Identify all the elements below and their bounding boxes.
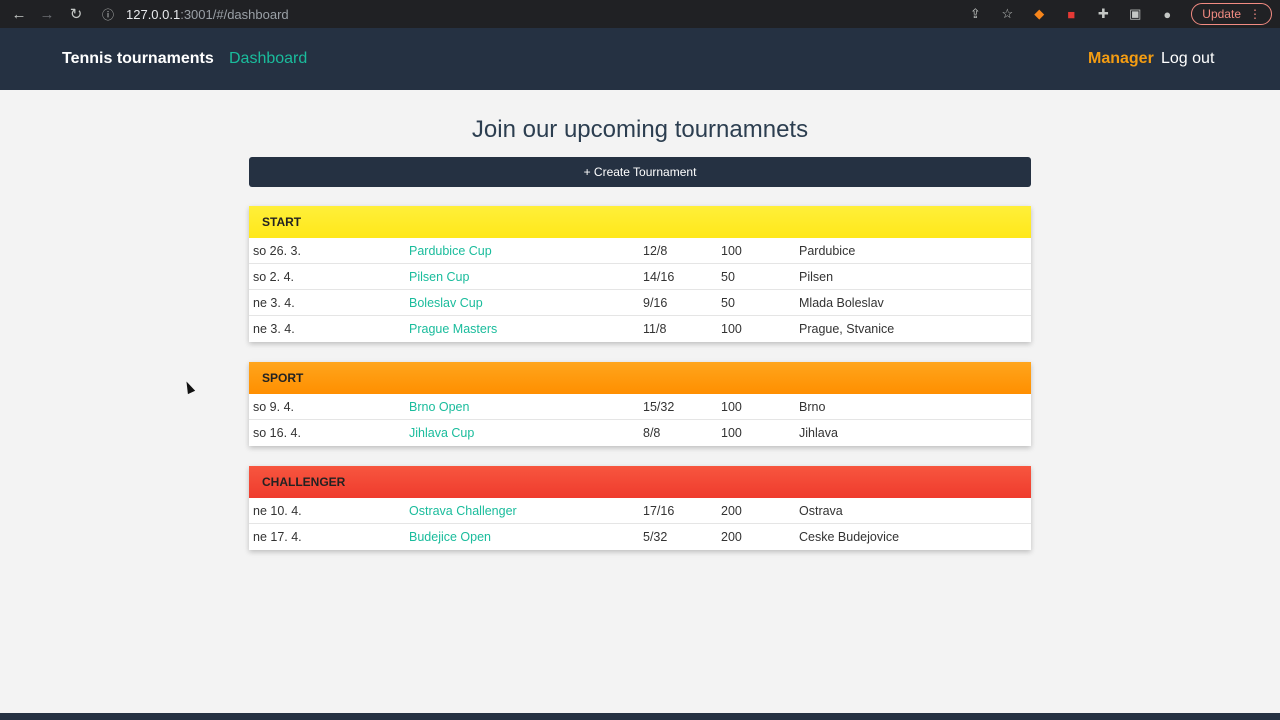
- table-row: ne 3. 4. Prague Masters 11/8 100 Prague,…: [249, 316, 1031, 342]
- bookmark-star-icon[interactable]: ☆: [991, 0, 1023, 28]
- tournament-link[interactable]: Budejice Open: [409, 530, 491, 544]
- footer-bar: [0, 713, 1280, 720]
- tournament-date: ne 3. 4.: [253, 295, 295, 310]
- category-card-start: START so 26. 3. Pardubice Cup 12/8 100 P…: [249, 206, 1031, 342]
- table-row: so 16. 4. Jihlava Cup 8/8 100 Jihlava: [249, 420, 1031, 446]
- table-row: ne 10. 4. Ostrava Challenger 17/16 200 O…: [249, 498, 1031, 524]
- forward-arrow-icon[interactable]: →: [33, 0, 61, 28]
- share-icon[interactable]: ⇪: [959, 0, 991, 28]
- info-icon[interactable]: ⓘ: [102, 6, 120, 23]
- tournament-players: 9/16: [643, 295, 668, 310]
- tournament-link[interactable]: Boleslav Cup: [409, 296, 483, 310]
- tournament-points: 100: [721, 243, 742, 258]
- extension-red-icon[interactable]: ■: [1055, 0, 1087, 28]
- update-label: Update: [1202, 7, 1241, 21]
- category-header: SPORT: [249, 362, 1031, 394]
- tournament-city: Prague, Stvanice: [799, 322, 895, 336]
- mouse-cursor-icon: [182, 379, 196, 395]
- tournament-players: 5/32: [643, 530, 668, 544]
- tournament-date: so 26. 3.: [253, 243, 301, 258]
- more-menu-icon[interactable]: ⋮: [1249, 7, 1261, 21]
- tournament-date: ne 3. 4.: [253, 322, 295, 336]
- tournament-link[interactable]: Ostrava Challenger: [409, 504, 517, 518]
- table-row: ne 3. 4. Boleslav Cup 9/16 50 Mlada Bole…: [249, 290, 1031, 316]
- tournament-points: 100: [721, 426, 742, 440]
- tournament-city: Ceske Budejovice: [799, 530, 900, 544]
- tournament-date: so 16. 4.: [253, 426, 301, 440]
- category-header: START: [249, 206, 1031, 238]
- tournament-date: so 2. 4.: [253, 269, 294, 284]
- tournament-players: 8/8: [643, 426, 661, 440]
- brand-link[interactable]: Tennis tournaments: [62, 50, 214, 68]
- tournament-link[interactable]: Prague Masters: [409, 322, 497, 336]
- tournament-city: Brno: [799, 399, 826, 414]
- profile-icon[interactable]: ●: [1151, 0, 1183, 28]
- tournament-link[interactable]: Brno Open: [409, 400, 469, 414]
- tournament-date: ne 17. 4.: [253, 530, 302, 544]
- reload-icon[interactable]: ↻: [62, 0, 90, 28]
- nav-dashboard-link[interactable]: Dashboard: [229, 50, 307, 68]
- category-header: CHALLENGER: [249, 466, 1031, 498]
- tournament-points: 200: [721, 503, 742, 518]
- tournament-points: 100: [721, 399, 742, 414]
- tournament-link[interactable]: Jihlava Cup: [409, 426, 474, 440]
- create-tournament-button[interactable]: + Create Tournament: [249, 157, 1031, 187]
- table-row: ne 17. 4. Budejice Open 5/32 200 Ceske B…: [249, 524, 1031, 550]
- category-card-challenger: CHALLENGER ne 10. 4. Ostrava Challenger …: [249, 466, 1031, 550]
- logout-link[interactable]: Log out: [1161, 50, 1214, 68]
- tournament-points: 50: [721, 295, 735, 310]
- tournament-link[interactable]: Pilsen Cup: [409, 270, 469, 284]
- table-row: so 9. 4. Brno Open 15/32 100 Brno: [249, 394, 1031, 420]
- page-title: Join our upcoming tournamnets: [471, 116, 809, 143]
- metamask-extension-icon[interactable]: ◆: [1023, 0, 1055, 28]
- tournament-players: 11/8: [643, 322, 667, 336]
- extensions-puzzle-icon[interactable]: ✚: [1087, 0, 1119, 28]
- app-navbar: Tennis tournaments Dashboard Manager Log…: [0, 28, 1280, 90]
- nav-manager-link[interactable]: Manager: [1088, 50, 1154, 68]
- tournament-city: Pardubice: [799, 243, 856, 258]
- tournament-points: 200: [721, 530, 742, 544]
- back-arrow-icon[interactable]: ←: [5, 0, 33, 28]
- tournament-points: 100: [721, 322, 742, 336]
- tournament-city: Ostrava: [799, 503, 843, 518]
- tournament-date: so 9. 4.: [253, 399, 294, 414]
- side-panel-icon[interactable]: ▣: [1119, 0, 1151, 28]
- tournament-city: Mlada Boleslav: [799, 295, 884, 310]
- browser-toolbar: ← → ↻ ⓘ 127.0.0.1:3001/#/dashboard ⇪ ☆ ◆…: [0, 0, 1280, 28]
- tournament-players: 17/16: [643, 503, 675, 518]
- table-row: so 26. 3. Pardubice Cup 12/8 100 Pardubi…: [249, 238, 1031, 264]
- table-row: so 2. 4. Pilsen Cup 14/16 50 Pilsen: [249, 264, 1031, 290]
- url-path: :3001/#/dashboard: [180, 6, 289, 22]
- tournament-link[interactable]: Pardubice Cup: [409, 244, 492, 258]
- tournament-city: Pilsen: [799, 269, 834, 284]
- tournament-players: 12/8: [643, 243, 668, 258]
- tournament-city: Jihlava: [799, 426, 838, 440]
- tournament-players: 15/32: [643, 399, 675, 414]
- url-host: 127.0.0.1: [126, 6, 181, 22]
- tournament-date: ne 10. 4.: [253, 503, 302, 518]
- category-card-sport: SPORT so 9. 4. Brno Open 15/32 100 Brno …: [249, 362, 1031, 446]
- tournament-points: 50: [721, 269, 735, 284]
- tournament-players: 14/16: [643, 269, 675, 284]
- update-button[interactable]: Update ⋮: [1191, 3, 1272, 25]
